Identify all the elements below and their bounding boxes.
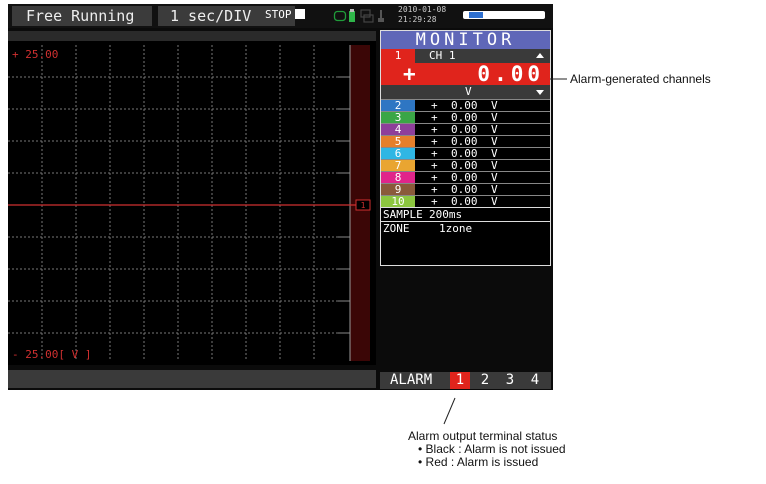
channel-unit: V (491, 99, 498, 112)
storage-icon (333, 10, 347, 22)
ch1-marker-label: 1 (361, 201, 366, 210)
channel-unit: V (491, 183, 498, 196)
channel-sign: + (431, 123, 438, 136)
channel-row[interactable]: 4 +0.00 V (381, 123, 550, 135)
channel-unit: V (491, 195, 498, 208)
waveform-bottom-bar (8, 370, 376, 388)
ch1-value: 0.00 (477, 62, 544, 86)
channel-list: 2 +0.00 V 3 +0.00 V 4 +0.00 V 5 +0.00 V 6 +0.00 V 7 +0.0… (381, 99, 550, 207)
channel-number: 9 (381, 184, 415, 195)
logger-screen: Free Running 1 sec/DIV STOP 2010-01-08 21… (8, 4, 553, 390)
scroll-up-icon[interactable] (536, 53, 544, 58)
channel-value: 0.00 (451, 135, 478, 148)
datetime-display: 2010-01-08 21:29:28 (398, 5, 446, 25)
ac-power-icon (378, 10, 384, 22)
zone-label: ZONE (383, 222, 410, 235)
sample-row: SAMPLE 200ms (381, 207, 550, 221)
y-top-label: + 25.00 (12, 48, 58, 61)
ch1-unit-row: V (381, 85, 550, 99)
ch1-header-row[interactable]: 1 CH 1 (381, 49, 550, 63)
ch1-unit: V (465, 85, 472, 98)
ch1-name: CH 1 (429, 49, 456, 62)
monitor-panel: MONITOR 1 CH 1 + 0.00 V 2 +0.00 V 3 +0.00 V 4 +… (380, 30, 551, 266)
stop-indicator: STOP (265, 8, 305, 22)
channel-unit: V (491, 159, 498, 172)
channel-unit: V (491, 123, 498, 136)
channel-value: 0.00 (451, 123, 478, 136)
channel-sign: + (431, 147, 438, 160)
channel-unit: V (491, 135, 498, 148)
network-icon (360, 9, 374, 23)
channel-value: 0.00 (451, 111, 478, 124)
channel-row[interactable]: 9 +0.00 V (381, 183, 550, 195)
alarm-channels-annotation: Alarm-generated channels (570, 72, 711, 86)
sample-value: 200ms (429, 208, 463, 221)
alarm-status-bar: ALARM 1234 (380, 372, 551, 389)
channel-value: 0.00 (451, 99, 478, 112)
channel-sign: + (431, 183, 438, 196)
usb-memory-icon (349, 9, 355, 22)
channel-sign: + (431, 111, 438, 124)
channel-number: 8 (381, 172, 415, 183)
channel-row[interactable]: 10 +0.00 V (381, 195, 550, 207)
zone-row: ZONE 1zone (381, 221, 550, 235)
channel-row[interactable]: 2 +0.00 V (381, 99, 550, 111)
sample-label: SAMPLE (383, 208, 423, 221)
channel-row[interactable]: 5 +0.00 V (381, 135, 550, 147)
scroll-down-icon[interactable] (536, 90, 544, 95)
time-text: 21:29:28 (398, 15, 437, 24)
channel-sign: + (431, 99, 438, 112)
channel-unit: V (491, 147, 498, 160)
ch1-number: 1 (381, 49, 415, 63)
channel-sign: + (431, 159, 438, 172)
alarm-terminal-1: 1 (450, 372, 470, 389)
channel-row[interactable]: 6 +0.00 V (381, 147, 550, 159)
channel-number: 2 (381, 100, 415, 111)
zone-value: 1zone (439, 222, 473, 235)
channel-number: 3 (381, 112, 415, 123)
channel-value: 0.00 (451, 183, 478, 196)
channel-row[interactable]: 7 +0.00 V (381, 159, 550, 171)
channel-value: 0.00 (451, 147, 478, 160)
date-text: 2010-01-08 (398, 5, 447, 14)
channel-number: 10 (381, 196, 415, 207)
status-bar: Free Running 1 sec/DIV STOP 2010-01-08 21… (8, 4, 553, 28)
stop-label: STOP (265, 8, 292, 21)
battery-level-fill (469, 12, 483, 18)
channel-sign: + (431, 135, 438, 148)
channel-row[interactable]: 3 +0.00 V (381, 111, 550, 123)
channel-number: 5 (381, 136, 415, 147)
channel-unit: V (491, 111, 498, 124)
battery-gauge (463, 11, 545, 19)
alarm-terminal-4: 4 (530, 372, 540, 388)
channel-value: 0.00 (451, 171, 478, 184)
channel-value: 0.00 (451, 195, 478, 208)
monitor-title: MONITOR (381, 31, 550, 49)
channel-number: 4 (381, 124, 415, 135)
waveform-grid: 1 + 25.00 - 25.00[ V ] (8, 45, 371, 361)
channel-sign: + (431, 195, 438, 208)
y-bottom-label: - 25.00[ V ] (12, 348, 91, 361)
alarm-terminal-2: 2 (480, 372, 490, 388)
ch1-alarm-value: + 0.00 (381, 63, 550, 85)
stop-square-icon (294, 9, 305, 19)
channel-number: 7 (381, 160, 415, 171)
alarm-terminal-3: 3 (505, 372, 515, 388)
channel-value: 0.00 (451, 159, 478, 172)
alarm-terminal-leader-line (443, 397, 456, 425)
channel-number: 6 (381, 148, 415, 159)
channel-sign: + (431, 171, 438, 184)
channel-unit: V (491, 171, 498, 184)
channel-row[interactable]: 8 +0.00 V (381, 171, 550, 183)
terminal-status-red: • Red : Alarm is issued (418, 455, 539, 469)
alarm-label: ALARM (390, 372, 433, 388)
ch1-sign: + (403, 62, 416, 86)
mode-display[interactable]: Free Running (12, 6, 152, 26)
waveform-area[interactable]: 1 + 25.00 - 25.00[ V ] (8, 31, 376, 365)
